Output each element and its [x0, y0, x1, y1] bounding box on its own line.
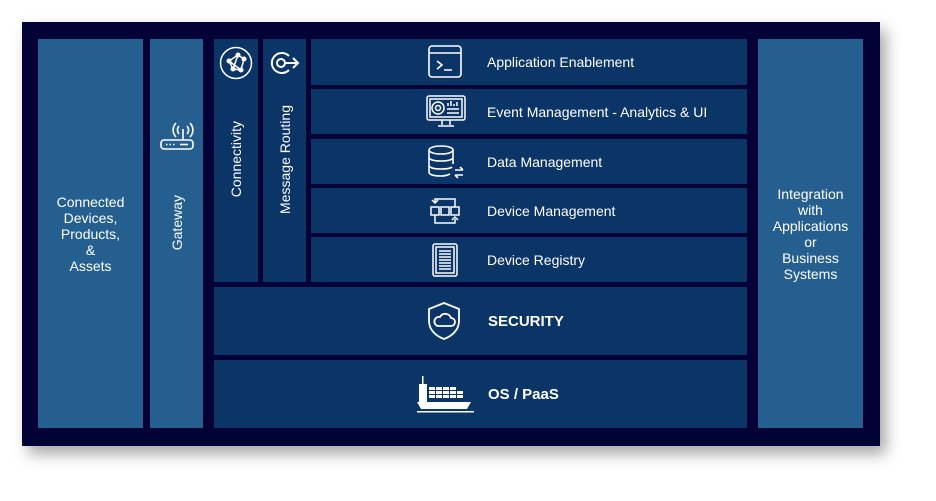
security-label: SECURITY [488, 312, 564, 330]
connected-devices-block: Connected Devices, Products, & Assets [38, 39, 143, 428]
integration-block: Integration with Applications or Busines… [758, 39, 863, 428]
layer-device-registry: Device Registry [311, 237, 747, 282]
label-line: Products, [60, 225, 121, 242]
gateway-label: Gateway [168, 195, 185, 251]
layer-label: Device Registry [487, 251, 586, 268]
network-icon [219, 46, 253, 80]
os-paas-label: OS / PaaS [488, 385, 559, 403]
monitor-dashboard-icon [425, 94, 466, 130]
connectivity-label: Connectivity [228, 121, 244, 198]
label-line: & [85, 241, 96, 258]
database-sync-icon [425, 144, 465, 180]
label-line: Connected [56, 193, 125, 210]
gateway-block: Gateway [150, 39, 203, 428]
container-ship-icon [416, 374, 476, 414]
router-icon [158, 121, 196, 153]
label-line: Assets [69, 257, 112, 274]
message-routing-label: Message Routing [276, 105, 293, 214]
routing-arrow-icon [269, 49, 301, 77]
layer-data-management: Data Management [311, 139, 747, 184]
layer-label: Device Management [487, 202, 616, 219]
label-line: Devices, [63, 209, 118, 226]
shield-cloud-icon [426, 301, 462, 341]
terminal-window-icon [425, 44, 465, 80]
label-line: Business [782, 249, 839, 266]
list-document-icon [425, 242, 465, 278]
label-line: or [804, 233, 817, 250]
layer-label: Application Enablement [487, 54, 635, 70]
os-paas-block: OS / PaaS [214, 360, 747, 428]
layer-application-enablement: Application Enablement [311, 39, 747, 85]
layer-label: Event Management - Analytics & UI [487, 103, 708, 120]
workflow-icon [425, 193, 465, 229]
label-line: Applications [772, 217, 849, 234]
message-routing-block: Message Routing [263, 39, 306, 282]
layer-label: Data Management [487, 153, 603, 170]
security-block: SECURITY [214, 287, 747, 355]
layer-device-management: Device Management [311, 188, 747, 233]
label-line: with [798, 201, 823, 218]
label-line: Integration [777, 185, 844, 202]
label-line: Systems [783, 265, 838, 282]
connectivity-block: Connectivity [214, 39, 258, 282]
layer-event-management: Event Management - Analytics & UI [311, 89, 747, 134]
